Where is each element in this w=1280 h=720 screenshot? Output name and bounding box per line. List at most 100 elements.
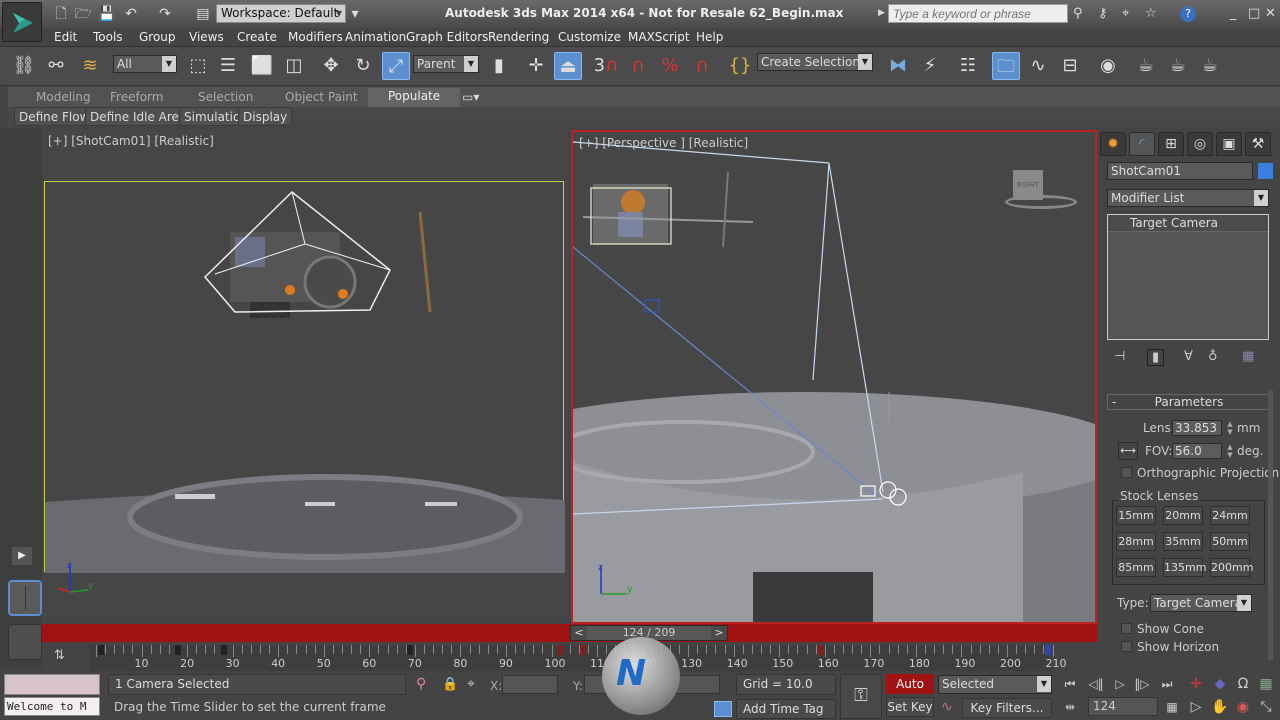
- angle-snap-icon[interactable]: ∩: [624, 52, 652, 80]
- object-color-swatch[interactable]: [1258, 163, 1273, 179]
- link-icon[interactable]: ⛓: [10, 52, 38, 80]
- lens-spinner[interactable]: ▲ ▼: [1226, 420, 1234, 436]
- current-frame-field[interactable]: 124: [1088, 697, 1158, 716]
- fov-spinner[interactable]: ▲ ▼: [1226, 443, 1234, 459]
- play-icon[interactable]: ▷: [1110, 677, 1130, 691]
- create-tab-icon[interactable]: ✹: [1100, 132, 1126, 156]
- edit-named-selection-icon[interactable]: {}: [726, 52, 754, 80]
- show-horizon-checkbox[interactable]: [1121, 641, 1132, 652]
- redo-icon[interactable]: ↷: [156, 5, 174, 23]
- new-file-icon[interactable]: 🗋: [52, 5, 70, 23]
- maximize-icon[interactable]: □: [1248, 6, 1260, 21]
- minimize-icon[interactable]: _: [1230, 6, 1237, 21]
- object-name-field[interactable]: ShotCam01: [1107, 162, 1253, 180]
- viewport-shotcam[interactable]: [+] [ShotCam01] [Realistic] z y: [42, 130, 568, 620]
- keyframe-marker[interactable]: [97, 645, 104, 655]
- modify-tab-icon[interactable]: ◜: [1129, 132, 1155, 156]
- snaps-toggle-icon[interactable]: 3∩: [592, 52, 620, 80]
- field-of-view-icon[interactable]: ▷: [1186, 699, 1206, 715]
- tab-freeform[interactable]: Freeform: [110, 90, 163, 104]
- pin-stack-icon[interactable]: ⊣: [1114, 349, 1125, 364]
- save-icon[interactable]: 💾: [98, 5, 116, 23]
- lens-35mm-button[interactable]: 35mm: [1163, 532, 1203, 551]
- selection-lock-icon[interactable]: 🔒: [442, 677, 458, 692]
- viewport-label[interactable]: [+] [ShotCam01] [Realistic]: [48, 134, 214, 148]
- select-object-icon[interactable]: ⬚: [184, 52, 212, 80]
- selection-filter-dropdown[interactable]: All ▼: [113, 55, 177, 73]
- show-end-result-icon[interactable]: ▮: [1147, 349, 1165, 366]
- menu-animation[interactable]: Animation: [345, 30, 406, 44]
- menu-group[interactable]: Group: [139, 30, 176, 44]
- mirror-icon[interactable]: ⧓: [884, 52, 912, 80]
- maximize-toggle-icon[interactable]: ⤡: [1256, 699, 1276, 715]
- manipulate-icon[interactable]: ✛: [522, 52, 550, 80]
- rectangular-selection-icon[interactable]: ⬜: [248, 52, 276, 80]
- motion-tab-icon[interactable]: ◎: [1187, 132, 1213, 156]
- tab-object-paint[interactable]: Object Paint: [285, 90, 358, 104]
- schematic-view-icon[interactable]: ⊟: [1056, 52, 1084, 80]
- named-selection-sets-dropdown[interactable]: Create Selection Set ▼: [757, 53, 873, 71]
- rotate-icon[interactable]: ↻: [349, 52, 377, 80]
- lens-20mm-button[interactable]: 20mm: [1163, 506, 1203, 525]
- satellite-icon[interactable]: ⌖: [1122, 6, 1129, 21]
- zoom-region-icon[interactable]: ◆: [1210, 676, 1230, 692]
- viewcube-ring[interactable]: [1005, 195, 1077, 209]
- curve-editor-icon[interactable]: ∿: [1024, 52, 1052, 80]
- menu-views[interactable]: Views: [189, 30, 224, 44]
- lens-24mm-button[interactable]: 24mm: [1210, 506, 1250, 525]
- orthographic-checkbox[interactable]: [1121, 467, 1132, 478]
- parameters-rollout-header[interactable]: - Parameters: [1107, 394, 1271, 410]
- display-button[interactable]: Display: [238, 107, 293, 126]
- time-tag-icon[interactable]: [714, 701, 732, 717]
- pan-hand-icon[interactable]: ✋: [1210, 699, 1230, 715]
- spinner-snap-icon[interactable]: ∩: [688, 52, 716, 80]
- next-key-icon[interactable]: ‖▷: [1132, 677, 1152, 691]
- layout-single-icon[interactable]: [8, 624, 42, 660]
- close-icon[interactable]: ✕: [1265, 6, 1276, 21]
- tab-modeling[interactable]: Modeling: [36, 90, 91, 104]
- menu-help[interactable]: Help: [696, 30, 723, 44]
- rendered-frame-window-icon[interactable]: ☕: [1164, 52, 1192, 80]
- bind-space-warp-icon[interactable]: ≋: [76, 52, 104, 80]
- star-icon[interactable]: ☆: [1145, 6, 1157, 21]
- next-frame-button[interactable]: >: [711, 626, 727, 640]
- material-editor-icon[interactable]: ◉: [1094, 52, 1122, 80]
- scale-icon[interactable]: ⤢: [382, 52, 410, 80]
- key-filters-button[interactable]: Key Filters...: [962, 698, 1052, 718]
- menu-modifiers[interactable]: Modifiers: [288, 30, 343, 44]
- help-icon[interactable]: ?: [1180, 6, 1196, 22]
- keyframe-marker[interactable]: [817, 645, 824, 655]
- utilities-tab-icon[interactable]: ⚒: [1245, 132, 1271, 156]
- move-icon[interactable]: ✥: [317, 52, 345, 80]
- key-icon[interactable]: ⚷: [1098, 6, 1108, 21]
- binoculars-icon[interactable]: ⚲: [1073, 6, 1083, 21]
- keyframe-marker[interactable]: [557, 645, 564, 655]
- app-menu-button[interactable]: [2, 2, 42, 42]
- keyframe-marker[interactable]: [407, 645, 414, 655]
- menu-edit[interactable]: Edit: [54, 30, 77, 44]
- open-file-icon[interactable]: 🗁: [74, 5, 92, 23]
- lens-50mm-button[interactable]: 50mm: [1210, 532, 1250, 551]
- menu-maxscript[interactable]: MAXScript: [628, 30, 690, 44]
- align-icon[interactable]: ⚡: [916, 52, 944, 80]
- go-to-start-icon[interactable]: ⏮: [1060, 677, 1080, 692]
- previous-key-icon[interactable]: ◁‖: [1086, 677, 1106, 691]
- show-cone-checkbox[interactable]: [1121, 623, 1132, 634]
- auto-key-button[interactable]: Auto Key: [886, 674, 934, 711]
- quick-access-more-icon[interactable]: ▾: [346, 5, 364, 23]
- keyframe-marker[interactable]: [174, 645, 181, 655]
- maxscript-listener-input[interactable]: [4, 674, 100, 695]
- workspace-dropdown[interactable]: Workspace: Default ▼: [216, 4, 346, 23]
- x-coordinate-field[interactable]: [502, 675, 558, 694]
- mini-curve-editor-icon[interactable]: ⇅: [54, 648, 65, 663]
- layer-manager-icon[interactable]: ☷: [954, 52, 982, 80]
- hierarchy-tab-icon[interactable]: ⊞: [1158, 132, 1184, 156]
- menu-create[interactable]: Create: [237, 30, 277, 44]
- set-keys-key-icon[interactable]: ⚿: [840, 674, 882, 719]
- menu-graph-editors[interactable]: Graph Editors: [406, 30, 488, 44]
- expand-layout-tab-icon[interactable]: ▶: [12, 547, 32, 565]
- zoom-extents-icon[interactable]: ✛: [1186, 676, 1206, 692]
- render-production-icon[interactable]: ☕: [1196, 52, 1224, 80]
- lens-15mm-button[interactable]: 15mm: [1116, 506, 1156, 525]
- modifier-list-dropdown[interactable]: Modifier List ▼: [1107, 189, 1269, 207]
